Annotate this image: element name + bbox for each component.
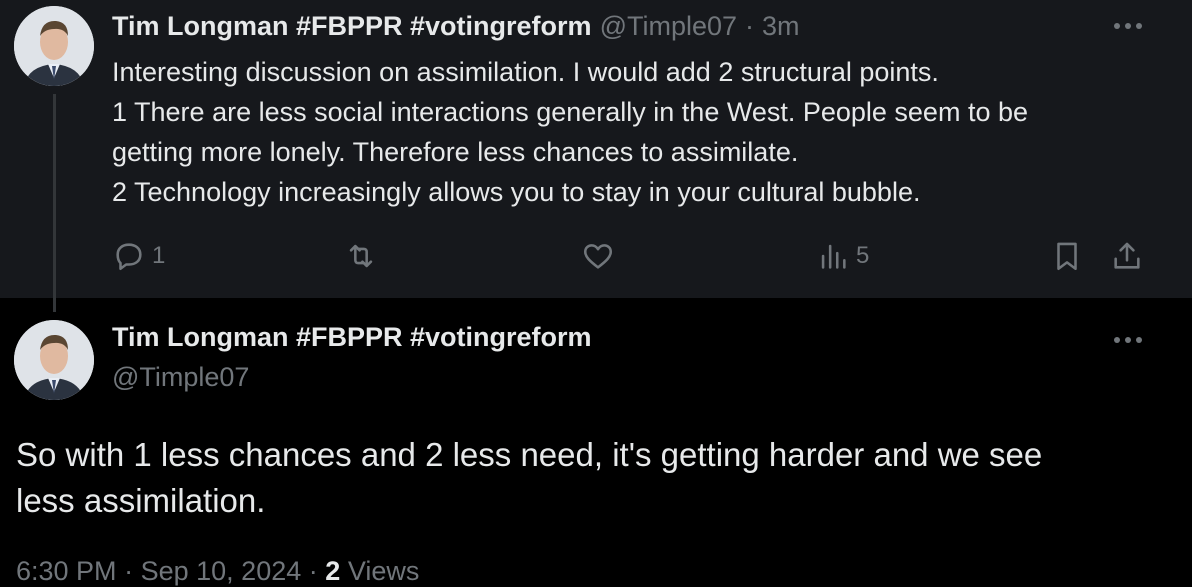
- more-icon: [1114, 23, 1142, 29]
- separator: ·: [124, 556, 134, 586]
- author-name[interactable]: Tim Longman #FBPPR #votingreform: [112, 322, 592, 353]
- text-line: Interesting discussion on assimilation. …: [112, 57, 939, 87]
- reply-header: Tim Longman #FBPPR #votingreform @Timple…: [112, 8, 800, 44]
- reply-tweet[interactable]: Tim Longman #FBPPR #votingreform @Timple…: [0, 0, 1192, 298]
- like-icon: [583, 244, 613, 269]
- share-button[interactable]: [1110, 234, 1144, 278]
- views-count: 5: [856, 242, 870, 269]
- views-button[interactable]: 5: [816, 234, 869, 278]
- author-name[interactable]: Tim Longman #FBPPR #votingreform: [112, 11, 592, 42]
- separator: ·: [308, 556, 318, 586]
- tweet-meta: 6:30 PM · Sep 10, 2024 · 2 Views: [16, 556, 419, 587]
- views-label: Views: [347, 556, 420, 586]
- author-handle[interactable]: @Timple07: [112, 362, 249, 393]
- reply-button[interactable]: 1: [112, 234, 165, 278]
- views-icon: [821, 244, 846, 269]
- avatar-image: [14, 6, 94, 86]
- reply-text: Interesting discussion on assimilation. …: [112, 52, 1172, 212]
- share-icon: [1114, 242, 1140, 269]
- retweet-button[interactable]: [344, 234, 378, 278]
- author-handle[interactable]: @Timple07: [600, 11, 737, 42]
- bookmark-icon: [1057, 242, 1077, 271]
- time-ago[interactable]: 3m: [762, 11, 800, 42]
- avatar[interactable]: [14, 320, 94, 400]
- reply-icon: [116, 243, 142, 271]
- reply-count: 1: [152, 242, 166, 269]
- views-count: 2: [325, 556, 341, 586]
- text-line: 1 There are less social interactions gen…: [112, 97, 1028, 127]
- retweet-icon: [349, 244, 373, 268]
- bookmark-button[interactable]: [1050, 234, 1084, 278]
- separator: ·: [745, 10, 755, 41]
- like-button[interactable]: [581, 234, 615, 278]
- more-icon: [1114, 337, 1142, 343]
- text-line: 2 Technology increasingly allows you to …: [112, 177, 921, 207]
- text-line: getting more lonely. Therefore less chan…: [112, 137, 799, 167]
- tweet-time[interactable]: 6:30 PM: [16, 556, 117, 586]
- avatar[interactable]: [14, 6, 94, 86]
- text-line: So with 1 less chances and 2 less need, …: [16, 436, 1043, 473]
- avatar-image: [14, 320, 94, 400]
- more-button[interactable]: [1108, 16, 1148, 36]
- action-bar: 1 5: [112, 234, 1152, 278]
- tweet-date[interactable]: Sep 10, 2024: [141, 556, 302, 586]
- text-line: less assimilation.: [16, 482, 266, 519]
- more-button[interactable]: [1108, 330, 1148, 350]
- tweet-text: So with 1 less chances and 2 less need, …: [16, 432, 1166, 524]
- thread-line: [53, 94, 56, 312]
